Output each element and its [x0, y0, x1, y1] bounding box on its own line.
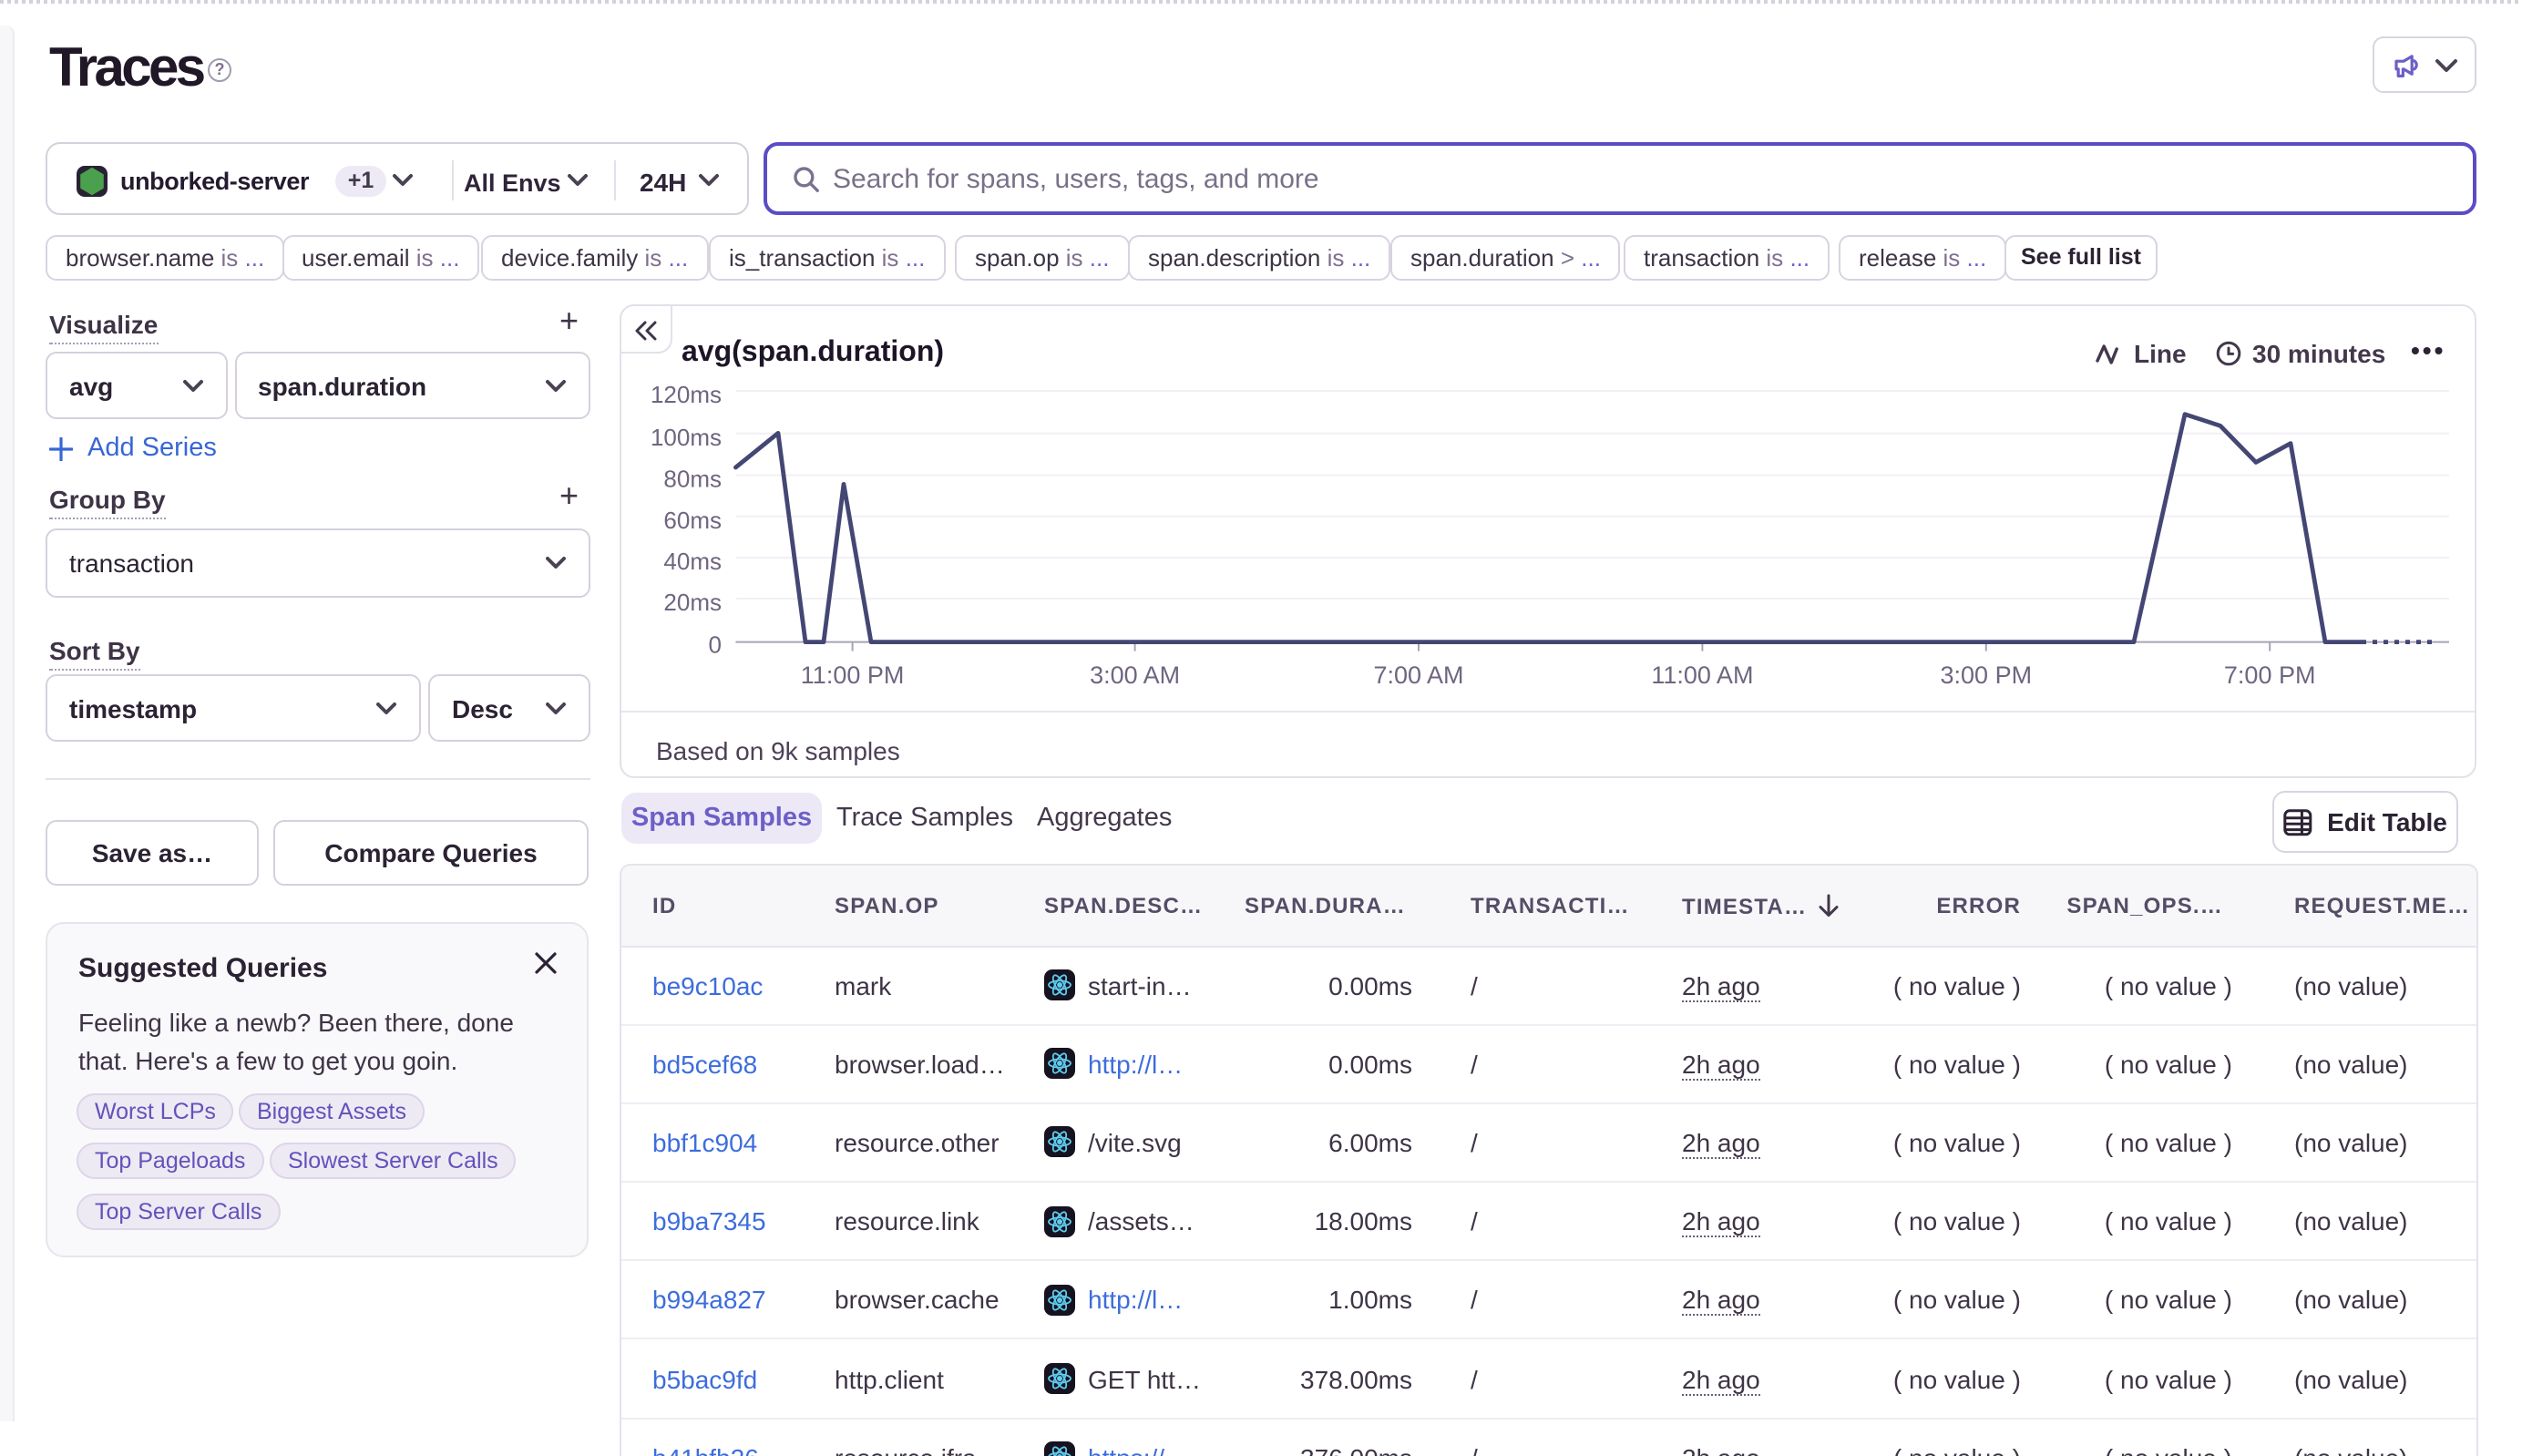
svg-text:0: 0 [709, 631, 722, 659]
svg-text:3:00 PM: 3:00 PM [1941, 661, 2033, 689]
svg-text:120ms: 120ms [651, 381, 722, 408]
svg-text:20ms: 20ms [663, 589, 722, 616]
svg-text:80ms: 80ms [663, 466, 722, 493]
svg-text:11:00 AM: 11:00 AM [1651, 661, 1753, 689]
svg-text:100ms: 100ms [651, 424, 722, 451]
svg-text:60ms: 60ms [663, 507, 722, 534]
svg-text:7:00 PM: 7:00 PM [2224, 661, 2316, 689]
svg-text:3:00 AM: 3:00 AM [1090, 661, 1180, 689]
svg-text:40ms: 40ms [663, 548, 722, 575]
svg-text:7:00 AM: 7:00 AM [1373, 661, 1463, 689]
svg-text:11:00 PM: 11:00 PM [801, 661, 905, 689]
